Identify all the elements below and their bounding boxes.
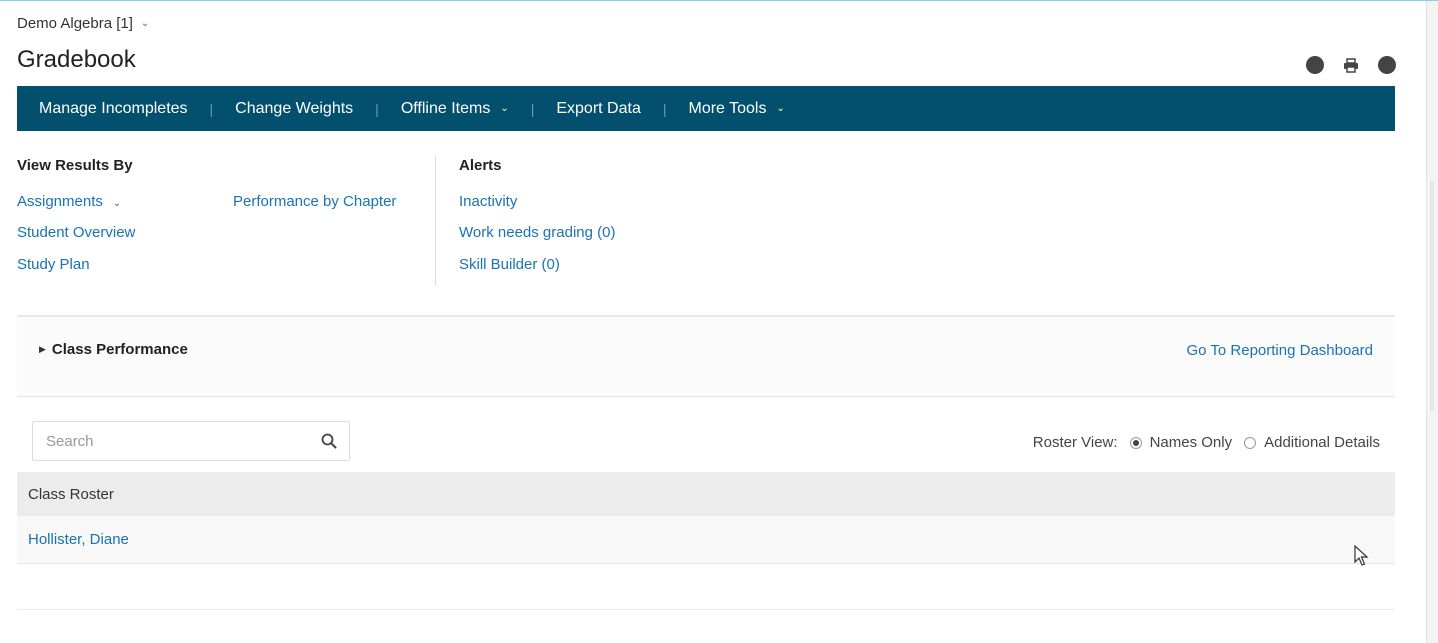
toolbar-separator: | <box>375 100 379 117</box>
student-overview-link[interactable]: Student Overview <box>17 224 135 241</box>
view-results-heading: View Results By <box>17 157 133 174</box>
chevron-down-icon: ⌄ <box>140 18 150 29</box>
inactivity-link[interactable]: Inactivity <box>459 193 517 210</box>
print-icon[interactable] <box>1342 56 1360 74</box>
class-performance-panel: ▶ Class Performance Go To Reporting Dash… <box>17 315 1395 397</box>
chevron-down-icon: ⌄ <box>112 198 122 209</box>
roster-header: Class Roster <box>17 472 1395 516</box>
additional-details-radio[interactable] <box>1244 436 1257 449</box>
link-label: Assignments <box>17 193 103 210</box>
section-divider <box>435 156 436 286</box>
study-plan-link[interactable]: Study Plan <box>17 256 90 273</box>
work-needs-grading-link[interactable]: Work needs grading (0) <box>459 224 615 241</box>
performance-by-chapter-link[interactable]: Performance by Chapter <box>233 193 396 210</box>
skill-builder-link[interactable]: Skill Builder (0) <box>459 256 560 273</box>
additional-details-label[interactable]: Additional Details <box>1264 434 1380 451</box>
page-title: Gradebook <box>17 46 136 73</box>
search-input[interactable] <box>33 422 309 460</box>
manage-incompletes-button[interactable]: Manage Incompletes <box>39 100 188 118</box>
divider <box>17 609 1395 610</box>
scrollbar-thumb[interactable] <box>1430 181 1434 411</box>
more-tools-menu[interactable]: More Tools ⌄ <box>688 100 784 118</box>
change-weights-button[interactable]: Change Weights <box>235 100 353 118</box>
course-selector[interactable]: Demo Algebra [1] ⌄ <box>17 15 149 32</box>
header-icons: i ? <box>1306 56 1396 74</box>
toolbar-separator: | <box>530 100 535 117</box>
reporting-dashboard-link[interactable]: Go To Reporting Dashboard <box>1186 342 1373 359</box>
toolbar-label: Manage Incompletes <box>39 99 188 117</box>
names-only-label[interactable]: Names Only <box>1150 434 1233 451</box>
class-performance-toggle[interactable]: ▶ Class Performance <box>39 341 188 358</box>
alerts-heading: Alerts <box>459 157 502 174</box>
course-name: Demo Algebra [1] <box>17 15 133 32</box>
gradebook-toolbar: Manage Incompletes | Change Weights | Of… <box>17 86 1395 131</box>
names-only-radio[interactable] <box>1129 436 1142 449</box>
toolbar-label: Change Weights <box>235 99 354 117</box>
export-data-button[interactable]: Export Data <box>556 100 640 118</box>
student-link[interactable]: Hollister, Diane <box>28 531 129 548</box>
search-icon[interactable] <box>309 433 349 449</box>
toolbar-label: Export Data <box>556 99 641 117</box>
info-icon[interactable]: i <box>1306 56 1324 74</box>
class-performance-title: Class Performance <box>51 341 188 358</box>
caret-right-icon: ▶ <box>39 344 46 354</box>
roster-view-options: Roster View: Names Only Additional Detai… <box>1033 434 1380 451</box>
help-icon[interactable]: ? <box>1378 56 1396 74</box>
assignments-link[interactable]: Assignments ⌄ <box>17 193 121 210</box>
table-row: Hollister, Diane <box>17 516 1395 564</box>
roster-view-label: Roster View: <box>1032 434 1118 451</box>
mouse-cursor-icon <box>1354 545 1369 566</box>
toolbar-label: More Tools <box>688 99 767 117</box>
chevron-down-icon: ⌄ <box>500 103 509 114</box>
toolbar-label: Offline Items <box>400 99 491 117</box>
roster-search <box>32 421 350 461</box>
toolbar-separator: | <box>662 100 667 117</box>
page-scrollbar[interactable] <box>1426 1 1438 643</box>
offline-items-menu[interactable]: Offline Items ⌄ <box>401 100 509 118</box>
class-roster-table: Class Roster Hollister, Diane <box>17 472 1395 564</box>
chevron-down-icon: ⌄ <box>776 103 785 114</box>
toolbar-separator: | <box>209 100 214 117</box>
